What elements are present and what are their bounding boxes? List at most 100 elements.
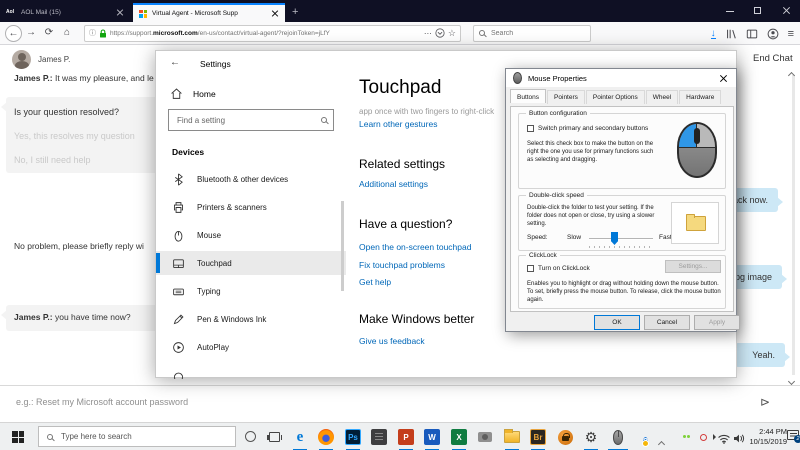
close-tab-icon[interactable] <box>271 10 279 18</box>
mouse-icon <box>174 230 183 242</box>
page-actions-icon[interactable]: ⋯ <box>424 29 432 38</box>
ok-button[interactable]: OK <box>594 315 640 330</box>
test-folder-icon[interactable] <box>686 214 706 231</box>
give-feedback-link[interactable]: Give us feedback <box>359 336 425 346</box>
sidebar-item-pen[interactable]: Pen & Windows Ink <box>156 307 346 331</box>
additional-settings-link[interactable]: Additional settings <box>359 179 428 189</box>
account-icon[interactable] <box>767 28 779 40</box>
help-tray-icon[interactable]: ? <box>643 437 648 446</box>
chat-input[interactable] <box>14 396 704 408</box>
reload-icon[interactable]: ⟳ <box>40 22 58 44</box>
taskbar-settings-gear-icon[interactable]: ⚙ <box>582 428 600 446</box>
start-button[interactable] <box>12 431 24 443</box>
fix-touchpad-link[interactable]: Fix touchpad problems <box>359 260 445 270</box>
pocket-icon[interactable] <box>435 28 445 38</box>
sidebar-item-label: Touchpad <box>197 258 232 268</box>
taskbar-excel-icon[interactable]: X <box>450 428 468 446</box>
library-icon[interactable] <box>725 28 737 40</box>
tab-aol-mail[interactable]: Aol AOL Mail (15) <box>0 3 130 22</box>
sidebar-item-home[interactable]: Home <box>170 87 216 100</box>
clicklock-settings-button[interactable]: Settings... <box>665 260 721 273</box>
tab-pointers[interactable]: Pointers <box>547 90 585 104</box>
sidebar-item-mouse[interactable]: Mouse <box>156 223 346 247</box>
sidebar-item-autoplay[interactable]: AutoPlay <box>156 335 346 359</box>
tab-wheel[interactable]: Wheel <box>645 90 679 104</box>
clicklock-checkbox[interactable]: Turn on ClickLock <box>527 265 590 272</box>
dialog-close-icon[interactable] <box>719 73 729 83</box>
cortana-icon[interactable] <box>245 431 256 442</box>
end-chat-link[interactable]: End Chat <box>753 53 793 64</box>
sidebar-scrollbar[interactable] <box>341 201 344 291</box>
tab-pointer-options[interactable]: Pointer Options <box>585 90 645 104</box>
scroll-down-icon[interactable] <box>787 377 796 386</box>
switch-buttons-checkbox[interactable]: Switch primary and secondary buttons <box>527 125 648 132</box>
action-center-icon[interactable]: 2 <box>787 430 800 443</box>
get-help-link[interactable]: Get help <box>359 277 391 287</box>
slider-track[interactable] <box>589 238 653 240</box>
downloads-icon[interactable]: ↓ <box>710 28 716 39</box>
close-button[interactable] <box>772 0 800 22</box>
sidebar-item-label: Typing <box>197 286 221 296</box>
taskbar-calculator-icon[interactable] <box>370 428 388 446</box>
sidebar-item-partial-icon <box>172 369 185 379</box>
menu-hamburger-icon[interactable]: ≡ <box>788 28 794 40</box>
close-tab-icon[interactable] <box>116 9 124 17</box>
dialog-title-bar[interactable]: Mouse Properties <box>506 69 736 87</box>
printer-icon <box>173 201 184 213</box>
quick-reply-yes[interactable]: Yes, this resolves my question <box>14 131 158 141</box>
minimize-button[interactable] <box>716 0 744 22</box>
sidebar-item-bluetooth[interactable]: Bluetooth & other devices <box>156 167 346 191</box>
url-bar[interactable]: ⓘ https://support.microsoft.com/en-us/co… <box>84 24 461 42</box>
chat-scrollbar[interactable] <box>792 75 795 375</box>
double-click-test-area[interactable] <box>671 202 719 244</box>
tab-virtual-agent[interactable]: Virtual Agent - Microsoft Supp <box>133 3 285 22</box>
slider-thumb[interactable] <box>611 232 618 245</box>
onscreen-touchpad-link[interactable]: Open the on-screen touchpad <box>359 242 471 252</box>
settings-search-input[interactable] <box>175 114 317 126</box>
sidebar-item-printers[interactable]: Printers & scanners <box>156 195 346 219</box>
send-icon[interactable]: ⊳ <box>760 395 770 409</box>
checkbox-icon[interactable] <box>527 125 534 132</box>
taskbar-bridge-icon[interactable]: Br <box>529 428 547 446</box>
taskbar-word-icon[interactable]: W <box>423 428 441 446</box>
settings-search-box[interactable] <box>168 109 334 131</box>
browser-search-box[interactable] <box>473 24 591 42</box>
new-tab-button[interactable]: + <box>292 3 298 21</box>
back-icon[interactable]: ← <box>5 24 22 42</box>
bookmark-star-icon[interactable]: ☆ <box>448 28 456 39</box>
learn-gestures-link[interactable]: Learn other gestures <box>359 119 437 129</box>
search-icon <box>321 117 327 123</box>
tab-buttons[interactable]: Buttons <box>510 89 547 103</box>
sidebar-item-typing[interactable]: Typing <box>156 279 346 303</box>
desktop: Aol AOL Mail (15) Virtual Agent - Micros… <box>0 0 800 450</box>
sidebar-toggle-icon[interactable] <box>746 28 758 40</box>
taskbar-firefox-icon[interactable] <box>317 428 335 446</box>
hidden-icons-chevron[interactable] <box>657 434 666 450</box>
maximize-button[interactable] <box>744 0 772 22</box>
wifi-icon[interactable] <box>718 431 730 449</box>
mouse-illustration <box>677 122 717 178</box>
forward-icon[interactable]: → <box>22 22 40 44</box>
taskbar-clock[interactable]: 2:44 PM 10/15/2019 <box>741 427 787 447</box>
taskbar-search-box[interactable] <box>38 426 236 447</box>
taskbar-mouse-app-icon[interactable] <box>609 428 627 446</box>
quick-reply-no[interactable]: No, I still need help <box>14 155 158 165</box>
task-view-icon[interactable] <box>267 432 282 442</box>
home-icon[interactable]: ⌂ <box>58 22 76 44</box>
chat-question: Is your question resolved? <box>14 107 120 117</box>
taskbar-photoshop-icon[interactable]: Ps <box>344 428 362 446</box>
checkbox-icon[interactable] <box>527 265 534 272</box>
browser-search-input[interactable] <box>489 28 585 38</box>
tab-title: Virtual Agent - Microsoft Supp <box>152 10 238 17</box>
taskbar-file-explorer-icon[interactable] <box>503 428 521 446</box>
site-info-icon[interactable]: ⓘ <box>89 28 96 38</box>
taskbar-lock-app-icon[interactable] <box>556 428 574 446</box>
taskbar-powerpoint-icon[interactable]: P <box>397 428 415 446</box>
taskbar-edge-icon[interactable]: e <box>291 428 309 446</box>
taskbar-camera-icon[interactable] <box>476 428 494 446</box>
apply-button[interactable]: Apply <box>694 315 740 330</box>
tab-hardware[interactable]: Hardware <box>679 90 722 104</box>
sidebar-item-touchpad[interactable]: Touchpad <box>156 251 346 275</box>
cancel-button[interactable]: Cancel <box>644 315 690 330</box>
taskbar-search-input[interactable] <box>59 431 227 442</box>
